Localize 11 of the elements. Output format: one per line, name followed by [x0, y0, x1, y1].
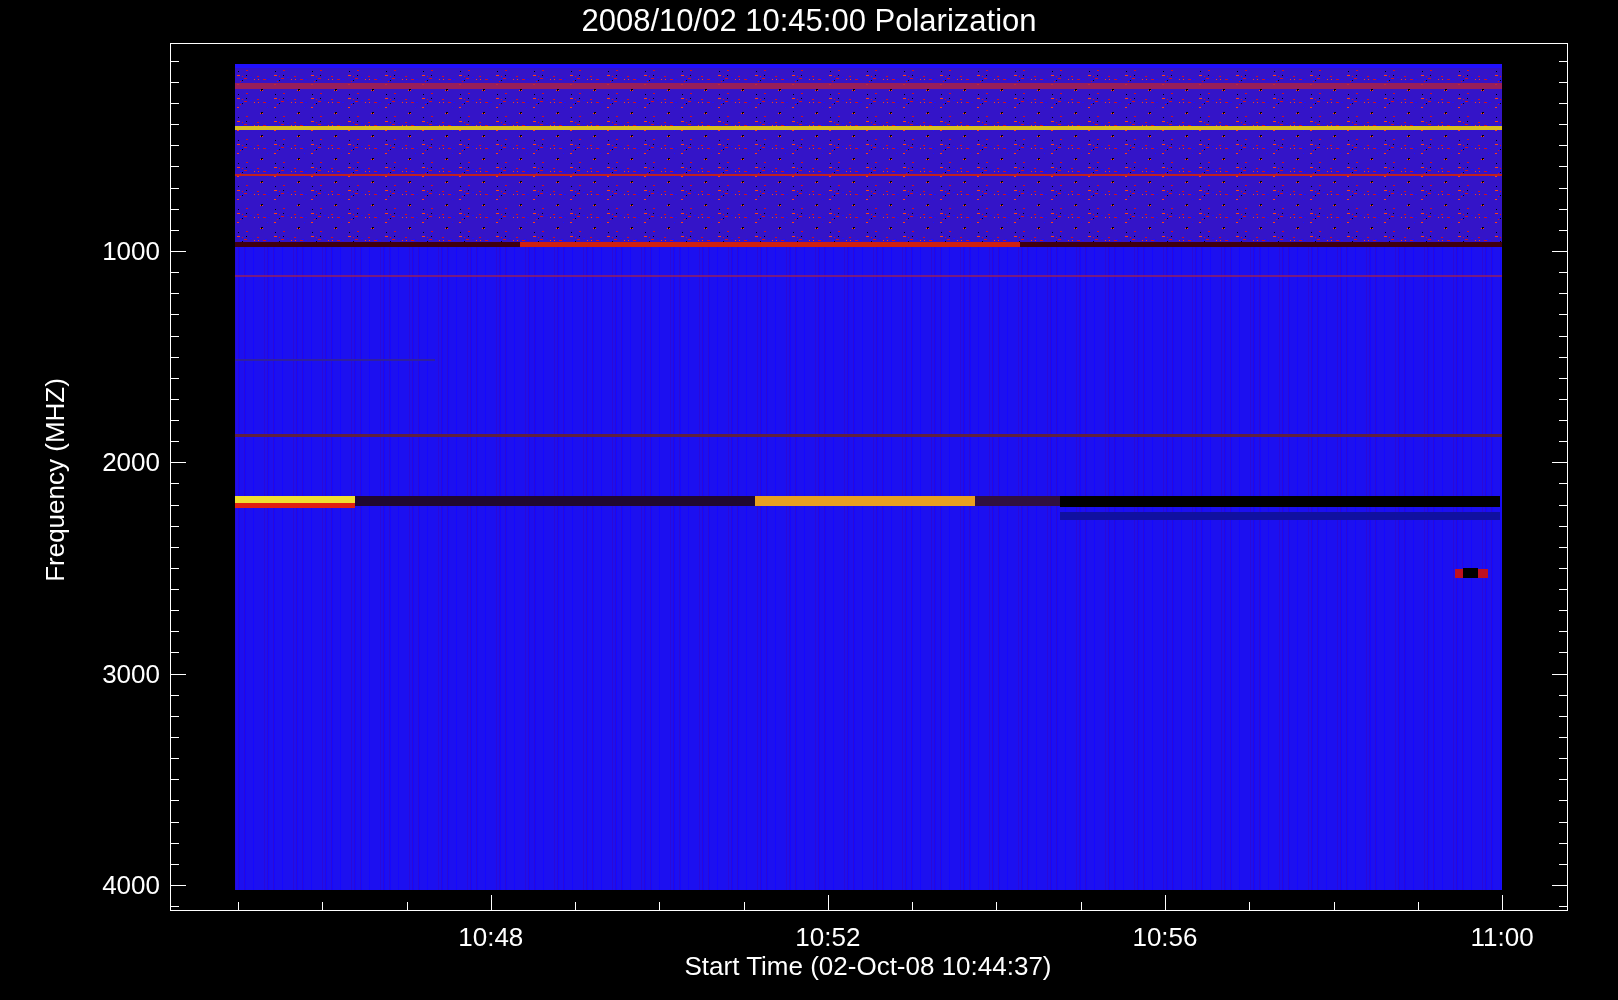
y-tick-label: 3000: [102, 659, 160, 689]
x-axis-label: Start Time (02-Oct-08 10:44:37): [684, 951, 1052, 981]
y-tick-label: 2000: [102, 447, 160, 477]
y-tick-label: 1000: [102, 236, 160, 266]
y-tick-label: 4000: [102, 870, 160, 900]
x-tick-label: 10:48: [458, 922, 524, 952]
x-tick-label: 10:52: [795, 922, 861, 952]
y-axis-label: Frequency (MHZ): [40, 378, 70, 582]
x-tick-label: 10:56: [1132, 922, 1198, 952]
chart-title: 2008/10/02 10:45:00 Polarization: [581, 3, 1037, 38]
x-tick-label: 11:00: [1470, 922, 1534, 952]
